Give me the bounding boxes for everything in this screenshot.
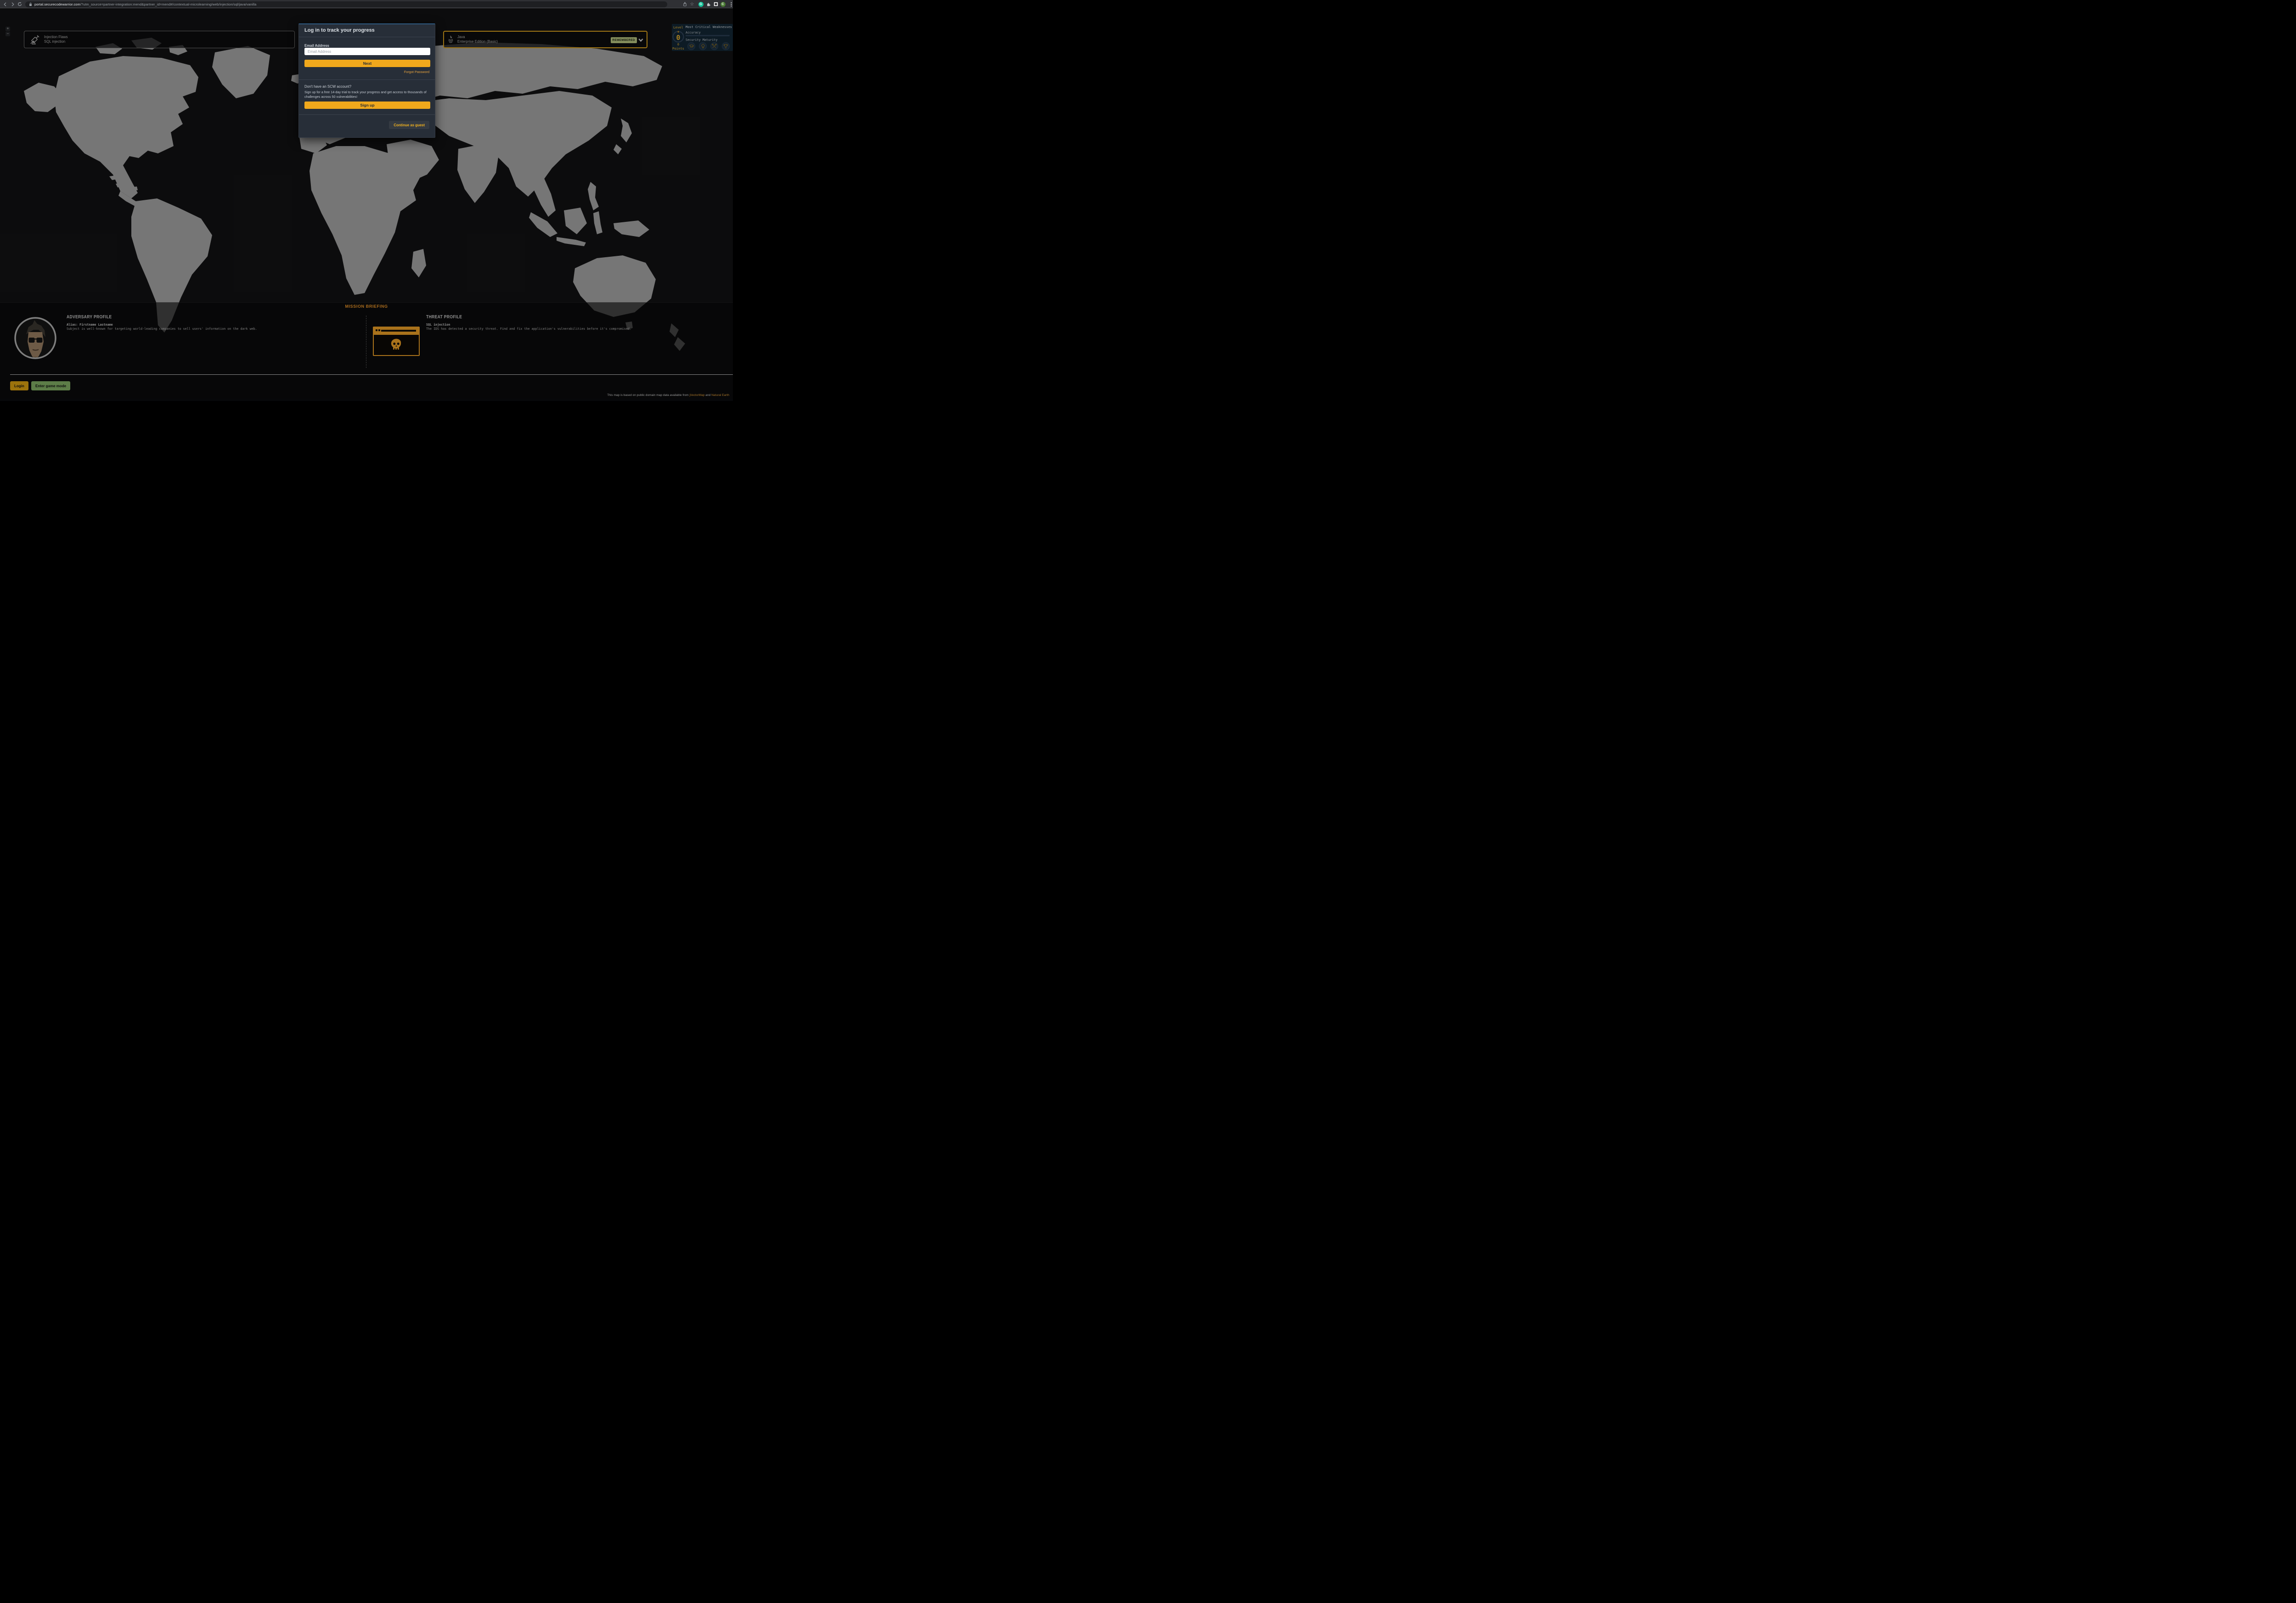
browser-toolbar: portal.securecodewarrior.com/?utm_source…	[0, 0, 733, 8]
page-content: + − ! Injection Flaws SQL injection	[0, 8, 733, 401]
email-label: Email Address	[304, 44, 329, 48]
forgot-password-link[interactable]: Forgot Password	[404, 70, 429, 74]
modal-divider	[299, 79, 435, 80]
next-button[interactable]: Next	[304, 60, 430, 67]
login-modal: Log in to track your progress Email Addr…	[298, 23, 435, 138]
signup-text: Sign up for a free 14-day trial to track…	[304, 90, 431, 100]
email-input[interactable]	[304, 48, 430, 55]
back-icon[interactable]	[2, 1, 8, 7]
address-bar[interactable]: portal.securecodewarrior.com/?utm_source…	[25, 1, 667, 7]
continue-as-guest-button[interactable]: Continue as guest	[389, 121, 429, 129]
forward-icon[interactable]	[9, 1, 16, 7]
browser-menu-icon[interactable]	[728, 1, 734, 7]
share-icon[interactable]	[681, 1, 688, 7]
lock-icon	[29, 2, 32, 6]
modal-title: Log in to track your progress	[299, 24, 435, 37]
sign-up-button[interactable]: Sign up	[304, 102, 430, 109]
extensions-puzzle-icon[interactable]	[705, 1, 712, 7]
reload-icon[interactable]	[17, 1, 23, 7]
bookmark-star-icon[interactable]: ☆	[689, 1, 695, 7]
grammarly-extension-icon[interactable]: G	[698, 1, 704, 7]
sidebar-extension-icon[interactable]	[713, 1, 719, 7]
no-account-text: Don't have an SCW account?	[304, 85, 351, 89]
modal-divider-2	[299, 114, 435, 115]
page-url: portal.securecodewarrior.com/?utm_source…	[34, 2, 256, 6]
browser-profile-avatar[interactable]: C	[720, 1, 726, 7]
